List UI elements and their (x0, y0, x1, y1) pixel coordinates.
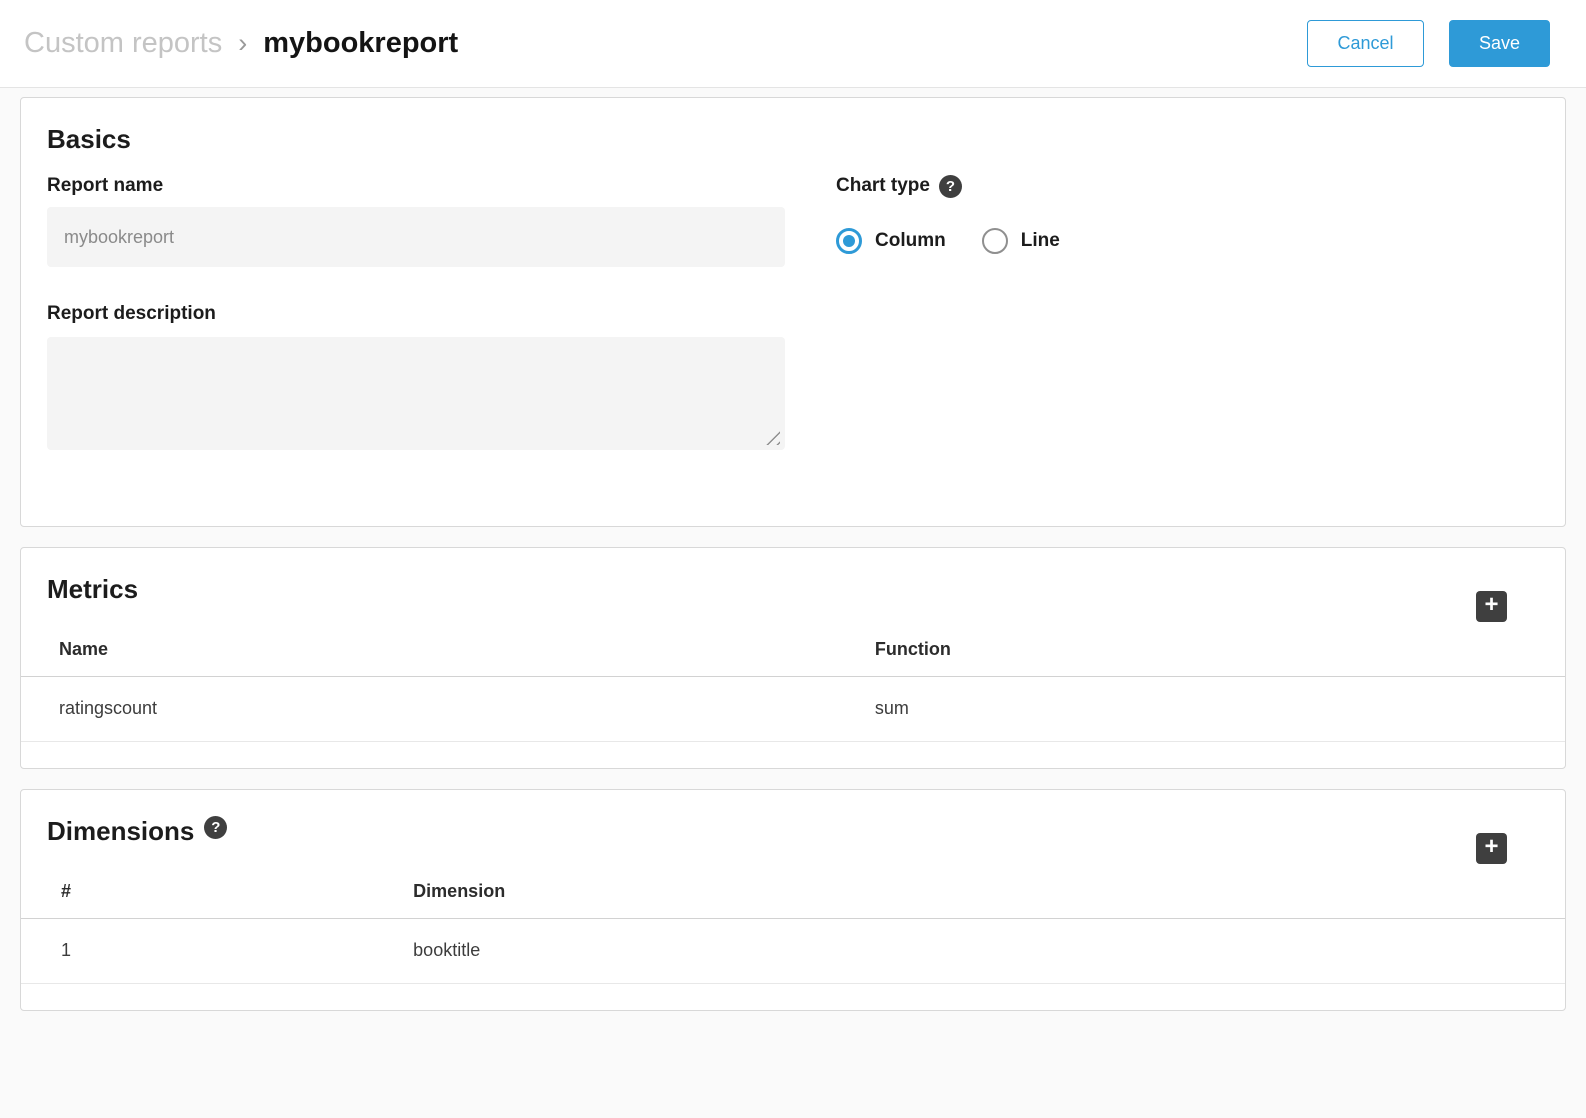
dimensions-card: Dimensions ? + # Dimension 1 booktitle (20, 789, 1566, 1011)
metrics-col-function: Function (875, 629, 1565, 677)
dimensions-table: # Dimension 1 booktitle (21, 871, 1565, 984)
metrics-col-name: Name (21, 629, 875, 677)
add-dimension-button[interactable]: + (1476, 833, 1507, 864)
breadcrumb-parent-link[interactable]: Custom reports (24, 27, 222, 60)
table-row[interactable]: ratingscount sum (21, 677, 1565, 742)
dimensions-header-row: # Dimension (21, 871, 1565, 919)
radio-line-icon[interactable] (982, 228, 1008, 254)
dimension-name-cell: booktitle (413, 919, 1565, 984)
chart-type-options: Column Line (836, 228, 1060, 254)
chevron-right-icon: › (238, 28, 247, 59)
metric-name-cell: ratingscount (21, 677, 875, 742)
save-button[interactable]: Save (1449, 20, 1550, 67)
top-bar: Custom reports › mybookreport Cancel Sav… (0, 0, 1586, 88)
dimensions-help-icon[interactable]: ? (204, 816, 227, 839)
metrics-card: Metrics + Name Function ratingscount sum (20, 547, 1566, 769)
chart-type-label-row: Chart type ? (836, 175, 1060, 198)
dimensions-col-dimension: Dimension (413, 871, 1565, 919)
report-name-label: Report name (47, 175, 785, 197)
dimension-index-cell: 1 (21, 919, 413, 984)
basics-card: Basics Report name Report description Ch… (20, 97, 1566, 527)
dimensions-col-index: # (21, 871, 413, 919)
metrics-table: Name Function ratingscount sum (21, 629, 1565, 742)
radio-column-icon[interactable] (836, 228, 862, 254)
chart-type-label: Chart type (836, 175, 930, 197)
basics-title: Basics (47, 124, 1539, 155)
radio-column-label: Column (875, 230, 946, 252)
metrics-title: Metrics (47, 574, 1539, 605)
table-row[interactable]: 1 booktitle (21, 919, 1565, 984)
chart-type-help-icon[interactable]: ? (939, 175, 962, 198)
add-metric-button[interactable]: + (1476, 591, 1507, 622)
report-name-input[interactable] (47, 207, 785, 267)
chart-type-option-column[interactable]: Column (836, 228, 946, 254)
report-description-label: Report description (47, 303, 785, 325)
chart-type-option-line[interactable]: Line (982, 228, 1060, 254)
report-description-textarea[interactable] (47, 337, 785, 450)
dimensions-title: Dimensions (47, 816, 194, 847)
metric-function-cell: sum (875, 677, 1565, 742)
metrics-header-row: Name Function (21, 629, 1565, 677)
cancel-button[interactable]: Cancel (1307, 20, 1424, 67)
breadcrumb: Custom reports › mybookreport (24, 27, 1307, 60)
breadcrumb-current: mybookreport (263, 27, 458, 60)
radio-line-label: Line (1021, 230, 1060, 252)
